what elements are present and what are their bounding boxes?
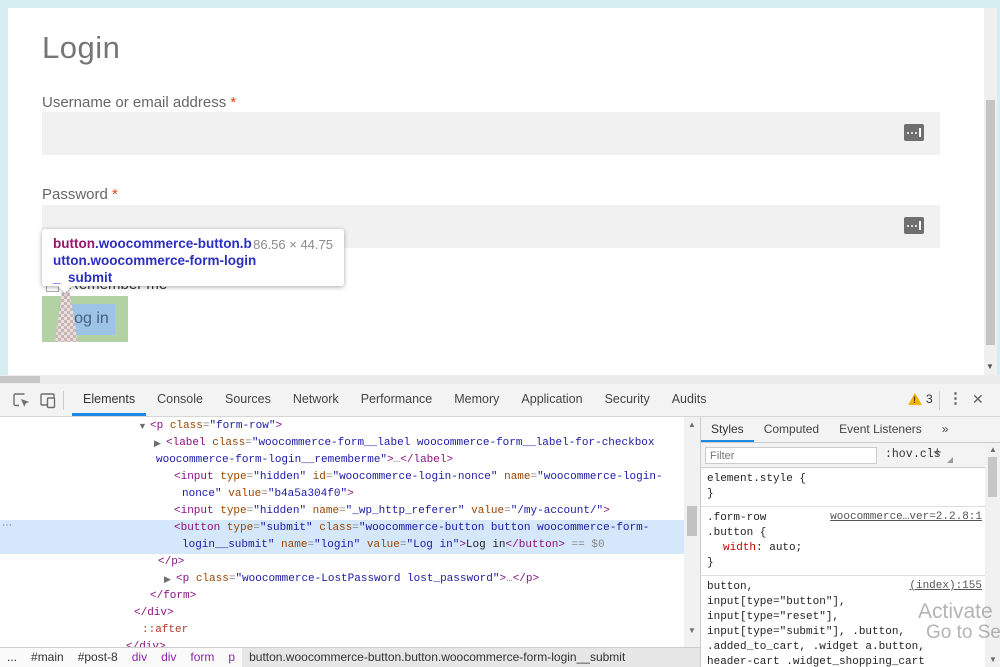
page-scrollbar[interactable]: ▼ — [984, 8, 997, 375]
styles-scrollbar-thumb[interactable] — [988, 457, 997, 497]
expand-arrow-icon[interactable]: ▶ — [154, 435, 161, 452]
page-scrollbar-thumb[interactable] — [986, 100, 995, 345]
elements-scrollbar[interactable]: ▲ ▼ — [684, 417, 700, 647]
dom-tree-node[interactable]: </form> — [150, 588, 196, 605]
autofill-icon[interactable] — [904, 124, 924, 141]
inspect-tooltip: button.woocommerce-button.b utton.woocom… — [42, 229, 344, 286]
node-menu-icon[interactable]: ⋯ — [2, 520, 13, 531]
stylesheet-link[interactable]: (index):155 — [909, 580, 982, 592]
devtools-tab-memory[interactable]: Memory — [443, 384, 510, 416]
warning-count: 3 — [926, 392, 933, 406]
dom-tree-node[interactable]: <label class="woocommerce-form__label wo… — [166, 435, 655, 452]
tooltip-dimensions: 86.56 × 44.75 — [253, 236, 333, 253]
required-asterisk: * — [112, 186, 118, 203]
dom-tree-node[interactable]: login__submit" name="login" value="Log i… — [182, 537, 605, 554]
devtools-tab-console[interactable]: Console — [146, 384, 214, 416]
screenshot-root: Login Username or email address * Passwo… — [0, 0, 1000, 667]
scroll-up-arrow-icon[interactable]: ▲ — [989, 445, 997, 454]
warning-icon: ! — [908, 393, 922, 405]
styles-filter-input[interactable] — [705, 447, 877, 464]
dom-tree-node[interactable]: </p> — [158, 554, 184, 571]
dom-tree-node[interactable]: <button type="submit" class="woocommerce… — [174, 520, 649, 537]
breadcrumb-item[interactable]: div — [125, 648, 154, 667]
devtools-tab-performance[interactable]: Performance — [350, 384, 444, 416]
scroll-up-arrow-icon[interactable]: ▲ — [688, 420, 696, 429]
breadcrumb-item[interactable]: div — [154, 648, 183, 667]
pseudo-state-toggle[interactable]: :hov — [885, 448, 913, 461]
dom-tree-node[interactable]: <p class="woocommerce-LostPassword lost_… — [176, 571, 539, 588]
horizontal-scrollbar[interactable] — [0, 375, 1000, 384]
device-toolbar-icon[interactable] — [37, 390, 59, 411]
tooltip-tag: button — [53, 236, 95, 251]
styles-tab-bar: StylesComputedEvent Listeners» — [701, 417, 1000, 443]
scroll-down-arrow-icon[interactable]: ▼ — [688, 626, 696, 635]
styles-tab-computed[interactable]: Computed — [754, 417, 829, 442]
devtools-toolbar: ElementsConsoleSourcesNetworkPerformance… — [0, 384, 1000, 417]
breadcrumb-item[interactable]: ... — [0, 648, 24, 667]
styles-rules-list: element.style {}woocommerce…ver=2.2.8:1.… — [701, 468, 986, 667]
breadcrumb-item[interactable]: form — [183, 648, 221, 667]
browser-page: Login Username or email address * Passwo… — [8, 8, 997, 375]
dom-tree-node[interactable]: </div> — [134, 605, 174, 622]
resize-corner-icon — [947, 457, 953, 463]
collapse-arrow-icon[interactable]: ▼ — [138, 418, 147, 435]
dom-tree-node[interactable]: <input type="hidden" name="_wp_http_refe… — [174, 503, 610, 520]
scroll-down-arrow-icon[interactable]: ▼ — [986, 362, 994, 371]
devtools-panel: ElementsConsoleSourcesNetworkPerformance… — [0, 375, 1000, 667]
style-rule[interactable]: element.style {} — [701, 468, 986, 507]
toolbar-divider — [939, 391, 940, 410]
styles-tab--[interactable]: » — [932, 417, 959, 442]
stylesheet-link[interactable]: woocommerce…ver=2.2.8:1 — [830, 511, 982, 523]
breadcrumb-item[interactable]: #post-8 — [71, 648, 125, 667]
required-asterisk: * — [230, 94, 236, 111]
styles-tab-event-listeners[interactable]: Event Listeners — [829, 417, 932, 442]
new-style-rule-icon[interactable]: + — [933, 444, 942, 461]
console-warnings-badge[interactable]: ! 3 — [908, 392, 933, 406]
breadcrumb-item-selected[interactable]: button.woocommerce-button.button.woocomm… — [242, 648, 700, 667]
dom-tree-node[interactable]: ::after — [142, 622, 188, 639]
devtools-tab-audits[interactable]: Audits — [661, 384, 718, 416]
username-input[interactable] — [42, 112, 940, 155]
toolbar-divider — [63, 391, 64, 410]
dom-tree-node[interactable]: nonce" value="b4a5a304f0"> — [182, 486, 354, 503]
page-title: Login — [42, 30, 120, 66]
username-label: Username or email address * — [42, 94, 236, 111]
breadcrumb: ...#main#post-8divdivformpbutton.woocomm… — [0, 647, 700, 667]
devtools-tab-sources[interactable]: Sources — [214, 384, 282, 416]
autofill-icon[interactable] — [904, 217, 924, 234]
elements-tree-panel: ▼<p class="form-row">▶<label class="wooc… — [0, 417, 700, 647]
dom-tree-node[interactable]: </div> — [126, 639, 166, 647]
style-rule[interactable]: woocommerce…ver=2.2.8:1.form-row.button … — [701, 507, 986, 576]
password-label: Password * — [42, 186, 118, 203]
styles-scrollbar[interactable]: ▲ ▼ — [985, 443, 1000, 667]
more-options-icon[interactable]: ⋮ — [948, 389, 963, 407]
styles-sidebar: StylesComputedEvent Listeners» :hov .cls… — [700, 417, 1000, 667]
devtools-tab-network[interactable]: Network — [282, 384, 350, 416]
devtools-tab-application[interactable]: Application — [510, 384, 593, 416]
devtools-tab-bar: ElementsConsoleSourcesNetworkPerformance… — [72, 384, 717, 416]
dom-tree-node[interactable]: woocommerce-form-login__rememberme">…</l… — [156, 452, 453, 469]
devtools-tab-security[interactable]: Security — [594, 384, 661, 416]
dom-tree-node[interactable]: <input type="hidden" id="woocommerce-log… — [174, 469, 663, 486]
horizontal-scrollbar-thumb[interactable] — [0, 376, 40, 383]
close-devtools-icon[interactable]: ✕ — [972, 391, 984, 408]
elements-scrollbar-thumb[interactable] — [687, 506, 697, 536]
dom-tree-node[interactable]: <p class="form-row"> — [150, 418, 282, 435]
inspect-element-icon[interactable] — [10, 390, 32, 411]
styles-tab-styles[interactable]: Styles — [701, 417, 754, 442]
expand-arrow-icon[interactable]: ▶ — [164, 571, 171, 588]
breadcrumb-item[interactable]: p — [221, 648, 242, 667]
devtools-tab-elements[interactable]: Elements — [72, 384, 146, 416]
breadcrumb-item[interactable]: #main — [24, 648, 71, 667]
styles-filter-row: :hov .cls + — [701, 443, 1000, 468]
scroll-down-arrow-icon[interactable]: ▼ — [989, 655, 997, 664]
style-rule[interactable]: (index):155button,input[type="button"],i… — [701, 576, 986, 667]
